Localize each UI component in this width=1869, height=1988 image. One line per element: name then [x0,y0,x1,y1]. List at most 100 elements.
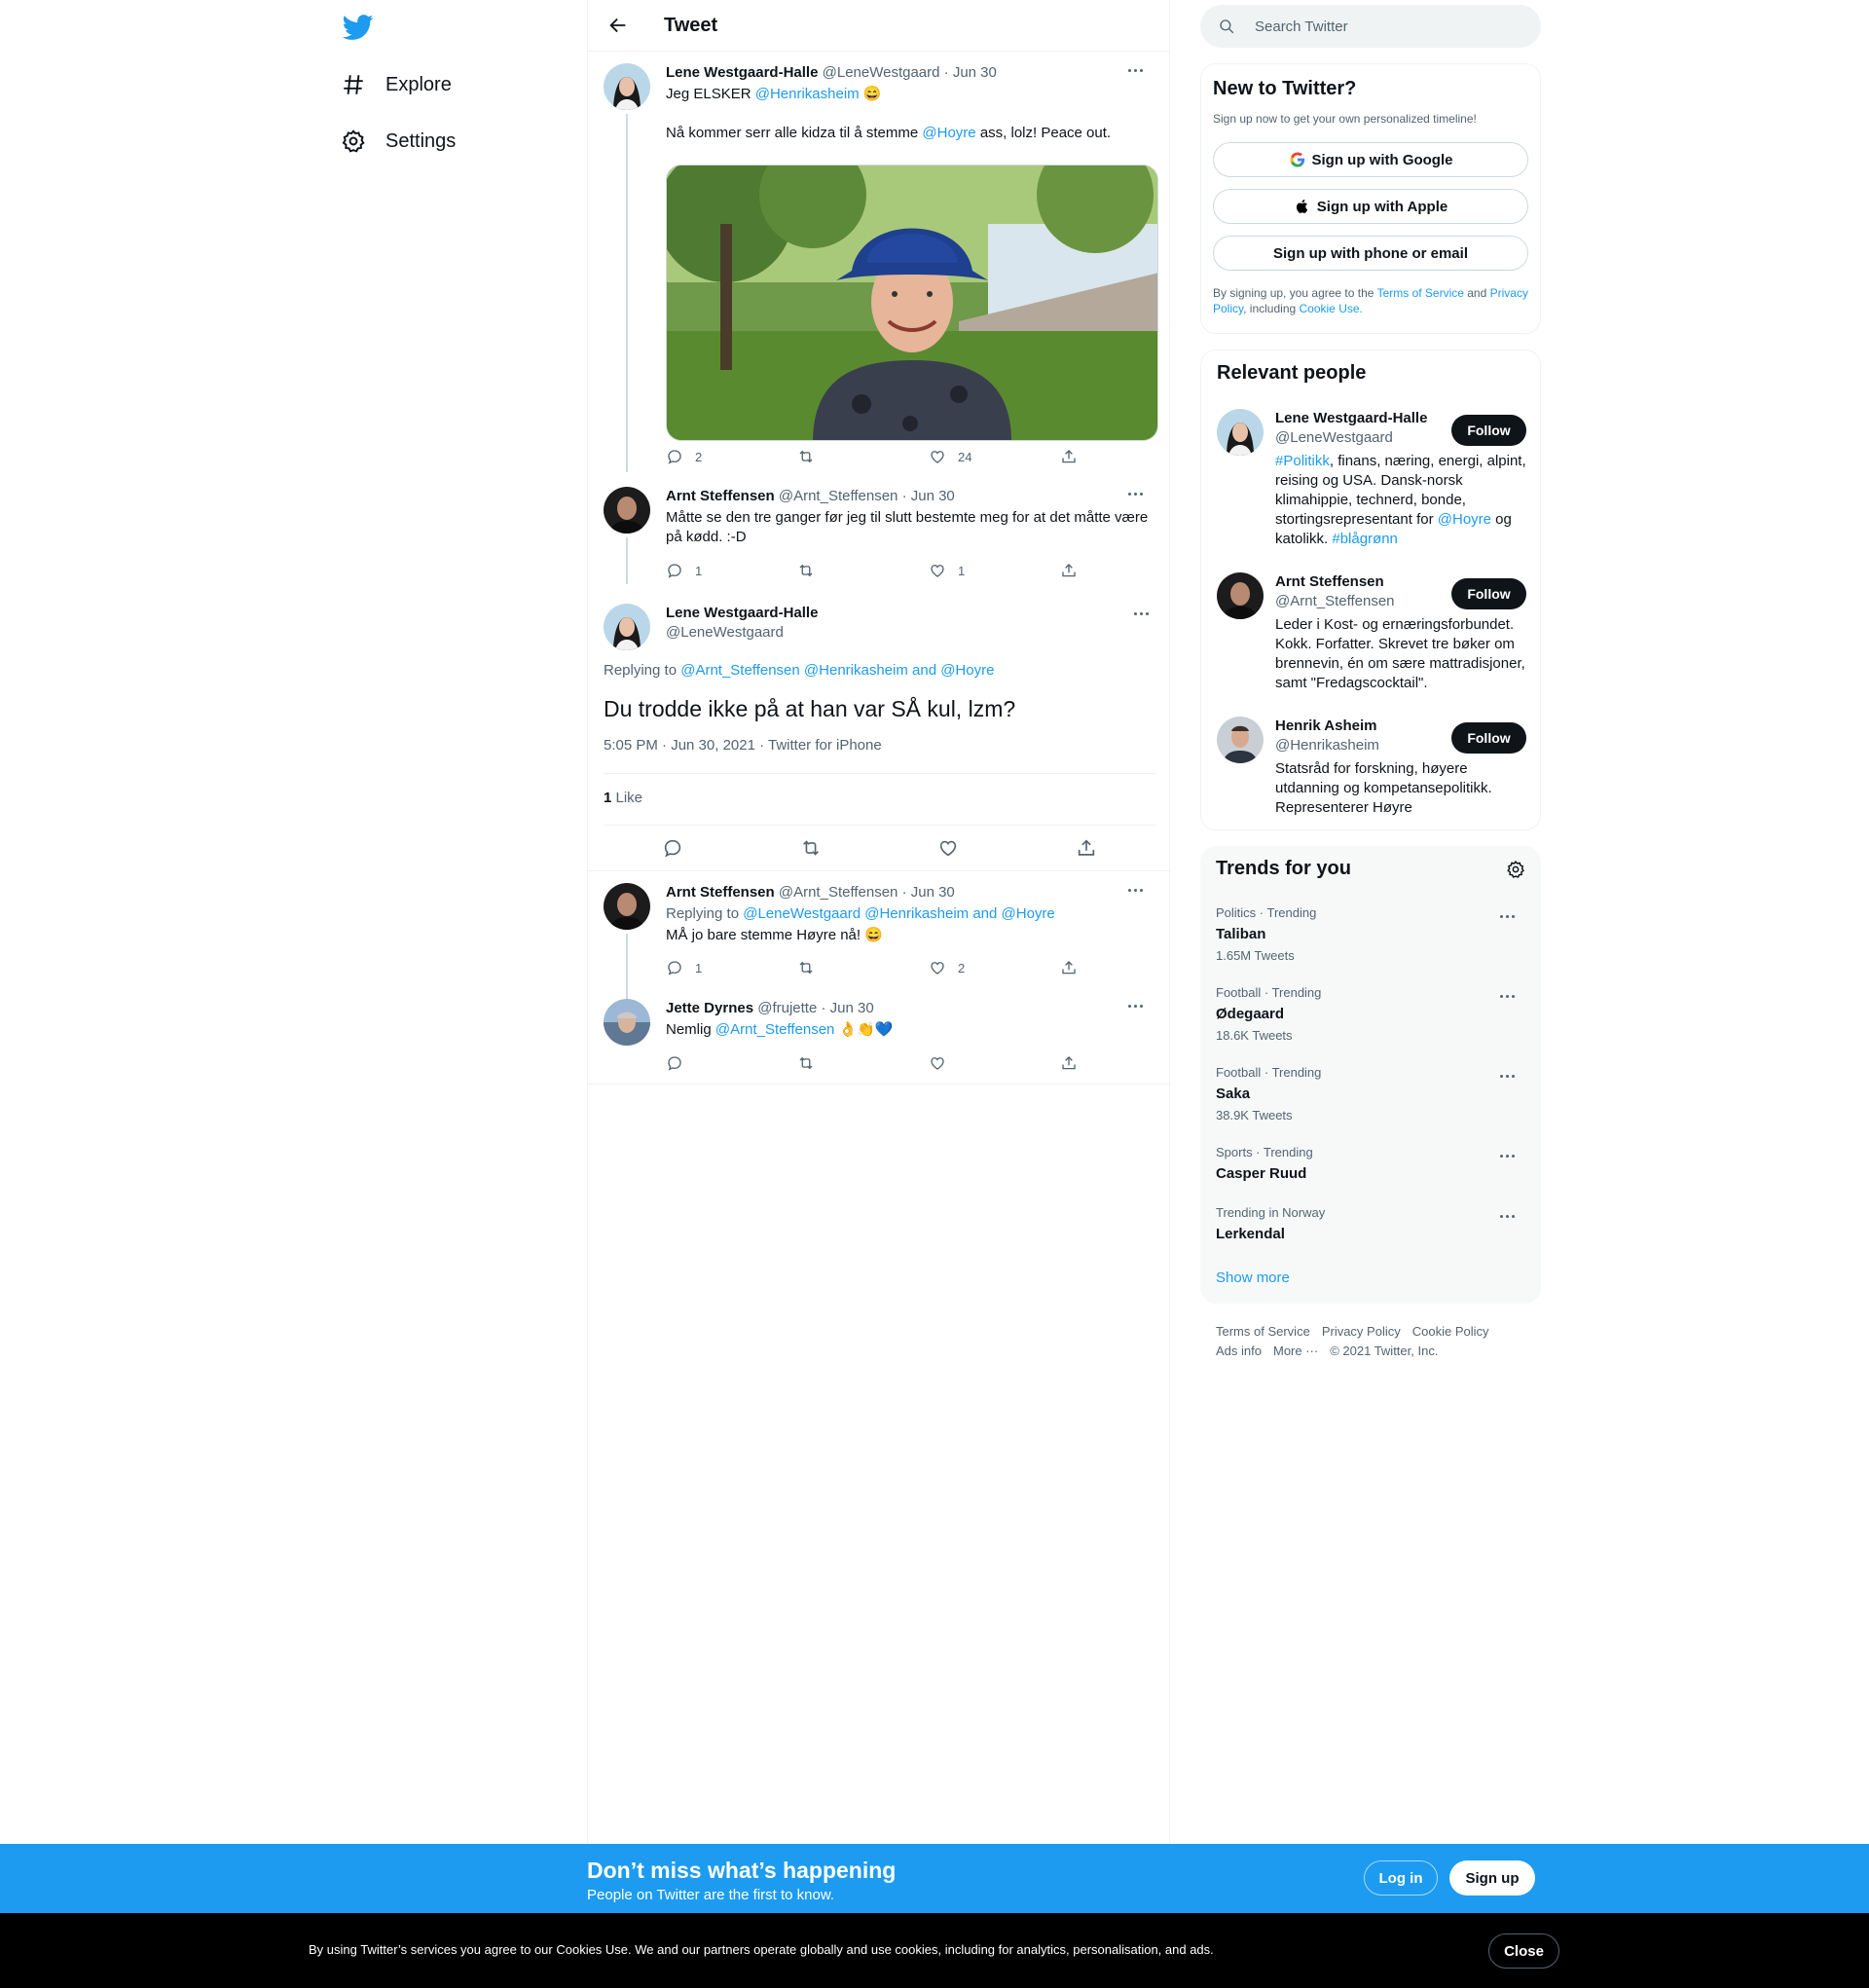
like-button[interactable] [929,1053,1060,1073]
avatar[interactable] [1217,572,1264,619]
author-handle[interactable]: @frujette [757,1000,817,1016]
reply-button[interactable] [666,1053,797,1073]
thread-line [626,537,628,584]
more-options-icon[interactable] [1500,1215,1520,1221]
follow-button[interactable]: Follow [1451,578,1526,609]
search-input[interactable]: Search Twitter [1200,5,1541,48]
more-options-icon[interactable] [1128,69,1148,75]
tweet-timestamp[interactable]: 5:05 PM · Jun 30, 2021 · Twitter for iPh… [604,737,882,754]
retweet-button[interactable] [797,1053,929,1073]
hashtag-link[interactable]: #blågrønn [1332,531,1398,547]
author-handle[interactable]: @LeneWestgaard [823,64,940,81]
author-handle[interactable]: @LeneWestgaard [666,623,818,643]
retweet-button[interactable] [797,447,929,466]
trend-item[interactable]: Football · Trending Ødegaard 18.6K Tweet… [1216,985,1525,1043]
footer-privacy[interactable]: Privacy Policy [1322,1324,1401,1339]
likes-count[interactable]: 1 Like [604,790,642,806]
retweet-icon[interactable] [800,837,822,859]
avatar-lene-image [604,63,650,110]
more-options-icon[interactable] [1128,1005,1148,1011]
reply-tweet-1[interactable]: Arnt Steffensen @Arnt_Steffensen · Jun 3… [604,883,1155,1000]
avatar[interactable] [604,487,650,534]
signup-apple-button[interactable]: Sign up with Apple [1213,189,1528,224]
like-button[interactable]: 2 [929,958,1060,977]
author-name[interactable]: Arnt Steffensen [666,488,775,504]
more-options-icon[interactable] [1500,1155,1520,1160]
replying-mentions[interactable]: @Arnt_Steffensen @Henrikasheim and @Hoyr… [680,662,994,679]
tweet-date[interactable]: · Jun 30 [902,884,955,901]
like-button[interactable]: 1 [929,561,1060,580]
mention-link[interactable]: @Hoyre [922,125,975,141]
avatar[interactable] [1217,717,1264,763]
reply-tweet-2[interactable]: Jette Dyrnes @frujette · Jun 30 Nemlig @… [604,999,1155,1077]
avatar[interactable] [604,883,650,930]
tweet-media-photo[interactable] [666,165,1158,441]
thread-tweet-2[interactable]: Arnt Steffensen @Arnt_Steffensen · Jun 3… [604,487,1155,584]
tweet-date[interactable]: · Jun 30 [944,64,997,81]
close-button[interactable]: Close [1488,1933,1559,1969]
nav-explore[interactable]: Explore [341,65,452,104]
trend-item[interactable]: Sports · Trending Casper Ruud [1216,1145,1525,1182]
mention-link[interactable]: @Arnt_Steffensen [715,1021,835,1038]
avatar[interactable] [604,604,650,650]
author-name[interactable]: Lene Westgaard-Halle [666,604,818,623]
reply-button[interactable]: 2 [666,447,797,466]
share-button[interactable] [1060,447,1089,466]
more-options-icon[interactable] [1500,995,1520,1001]
follow-button[interactable]: Follow [1451,415,1526,446]
footer-more[interactable]: More ··· [1273,1344,1318,1358]
avatar[interactable] [1217,409,1264,456]
reply-icon[interactable] [662,837,683,859]
retweet-button[interactable] [797,561,929,580]
mention-link[interactable]: @Henrikasheim [755,86,860,102]
tweet-date[interactable]: · Jun 30 [902,488,955,504]
thread-tweet-1[interactable]: Lene Westgaard-Halle @LeneWestgaard · Ju… [604,63,1158,472]
trend-item[interactable]: Trending in Norway Lerkendal [1216,1205,1525,1242]
avatar[interactable] [604,999,650,1046]
more-options-icon[interactable] [1128,889,1148,895]
footer-terms[interactable]: Terms of Service [1216,1324,1310,1339]
author-handle[interactable]: @Arnt_Steffensen [779,884,898,901]
signup-google-button[interactable]: Sign up with Google [1213,142,1528,177]
trend-item[interactable]: Football · Trending Saka 38.9K Tweets [1216,1065,1525,1123]
signup-button[interactable]: Sign up [1449,1860,1535,1896]
more-options-icon[interactable] [1500,915,1520,921]
tweet-date[interactable]: · Jun 30 [821,1000,873,1016]
main-header: Tweet [588,0,1169,52]
signup-phone-button[interactable]: Sign up with phone or email [1213,236,1528,271]
more-options-icon[interactable] [1134,612,1154,618]
replying-label: Replying to [666,905,744,922]
reply-button[interactable]: 1 [666,561,797,580]
gear-icon[interactable] [1506,860,1525,879]
author-name[interactable]: Lene Westgaard-Halle [666,64,818,81]
login-button[interactable]: Log in [1364,1860,1438,1896]
trend-context: Football · Trending [1216,1065,1322,1080]
share-icon[interactable] [1076,837,1097,859]
trend-item[interactable]: Politics · Trending Taliban 1.65M Tweets [1216,905,1525,963]
footer-cookie[interactable]: Cookie Policy [1412,1324,1489,1339]
author-name[interactable]: Arnt Steffensen [666,884,775,901]
share-button[interactable] [1060,1053,1089,1073]
twitter-logo-icon[interactable] [341,12,376,43]
avatar[interactable] [604,63,650,110]
heart-icon[interactable] [937,837,959,859]
nav-settings[interactable]: Settings [341,122,456,161]
hashtag-link[interactable]: #Politikk [1275,453,1330,469]
reply-button[interactable]: 1 [666,958,797,977]
author-name[interactable]: Jette Dyrnes [666,1000,753,1016]
cookie-link[interactable]: Cookie Use. [1300,302,1363,315]
share-button[interactable] [1060,561,1089,580]
follow-button[interactable]: Follow [1451,722,1526,754]
mention-link[interactable]: @Hoyre [1438,511,1491,528]
more-options-icon[interactable] [1128,493,1148,498]
replying-mentions[interactable]: @LeneWestgaard @Henrikasheim and @Hoyre [743,905,1055,922]
share-button[interactable] [1060,958,1089,977]
footer-ads[interactable]: Ads info [1216,1344,1262,1358]
author-handle[interactable]: @Arnt_Steffensen [779,488,898,504]
show-more-link[interactable]: Show more [1216,1270,1290,1286]
terms-link[interactable]: Terms of Service [1377,286,1464,300]
back-arrow-icon[interactable] [607,15,629,36]
retweet-button[interactable] [797,958,929,977]
more-options-icon[interactable] [1500,1075,1520,1081]
like-button[interactable]: 24 [929,447,1060,466]
